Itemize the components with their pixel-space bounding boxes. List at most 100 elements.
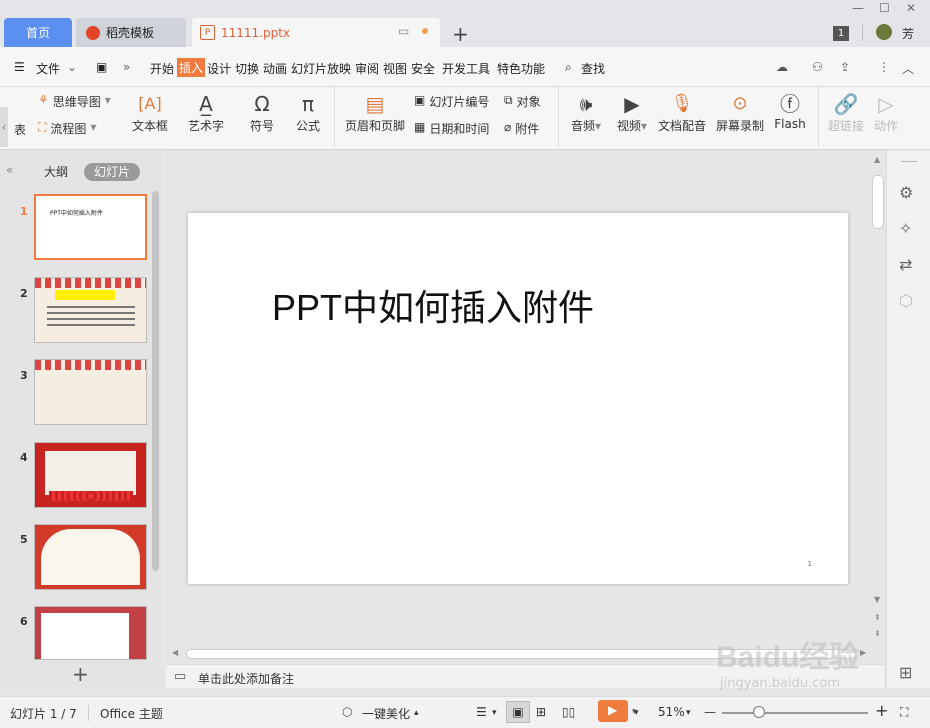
grid-icon[interactable]: ⊞ [899,663,912,682]
notes-placeholder[interactable]: 单击此处添加备注 [198,670,294,687]
menu-slideshow[interactable]: 幻灯片放映 [291,60,351,77]
scroll-down-icon[interactable]: ▼ [874,595,880,604]
header-footer-button[interactable]: ▤ 页眉和页脚 [344,91,406,134]
zoom-out-icon[interactable]: — [704,705,716,719]
close-icon[interactable]: ✕ [906,1,916,15]
tab-daoke-templates[interactable]: 稻壳模板 [76,18,186,47]
scroll-up-icon[interactable]: ▲ [874,155,880,164]
cloud-icon[interactable]: ☁ [776,60,788,74]
menu-design[interactable]: 设计 [207,60,231,77]
tab-home[interactable]: 首页 [4,18,72,47]
maximize-icon[interactable]: ☐ [879,1,890,15]
notification-badge[interactable]: 1 [833,26,849,41]
datetime-button[interactable]: ▦ 日期和时间 [414,120,489,137]
slide-thumb-3[interactable] [34,359,147,425]
play-slideshow-button[interactable]: ▶ [598,700,628,722]
avatar[interactable] [876,24,892,40]
slide-thumb-4[interactable] [34,442,147,508]
search-label[interactable]: 查找 [581,60,605,77]
tab-outline[interactable]: 大纲 [34,163,78,181]
prev-page-icon[interactable]: ⇞ [874,613,881,622]
chevron-down-icon[interactable]: ⌄ [67,60,77,74]
add-slide-button[interactable]: + [72,662,89,686]
slide-title[interactable]: PPT中如何插入附件 [272,279,594,331]
menu-developer[interactable]: 开发工具 [442,60,490,77]
textbox-button[interactable]: [A] 文本框 [126,91,174,134]
menu-insert[interactable]: 插入 [177,58,206,77]
divider [558,87,559,147]
notes-toggle-icon[interactable]: ☰ [476,705,487,719]
flowchart-button[interactable]: ⛶ 流程图 ▾ [38,120,96,137]
screen-record-button[interactable]: ⊙ 屏幕录制 [714,91,766,134]
fit-window-icon[interactable]: ⛶ [900,705,908,720]
next-page-icon[interactable]: ⇟ [874,629,881,638]
video-button[interactable]: ▶ 视频▾ [608,91,656,134]
magic-icon[interactable]: ✧ [899,219,912,238]
slide-canvas[interactable]: PPT中如何插入附件 1 [188,213,848,584]
attachment-button[interactable]: ⌀ 附件 [504,120,539,137]
slide-number-button[interactable]: ▣ 幻灯片编号 [414,93,489,110]
menu-view[interactable]: 视图 [383,60,407,77]
chevron-up-icon[interactable]: ▴ [414,708,419,718]
minimize-icon[interactable]: — [852,1,864,15]
zoom-level[interactable]: 51% [658,705,685,719]
collapse-ribbon-icon[interactable]: ︿ [902,60,914,77]
menu-home[interactable]: 开始 [150,60,174,77]
user-name[interactable]: 芳 [902,25,914,42]
chevron-down-icon[interactable]: ▾ [492,708,497,718]
save-icon[interactable]: ▣ [96,60,107,74]
tab-slides[interactable]: 幻灯片 [84,163,141,181]
play-options-chevron-icon[interactable]: ▾ [632,707,637,717]
search-icon[interactable]: ⌕ [565,60,572,75]
formula-button[interactable]: π 公式 [284,91,332,134]
doc-dub-button[interactable]: 🎙 文档配音 [656,91,708,134]
panel-scrollbar[interactable] [152,191,159,571]
zoom-slider-handle[interactable] [753,706,765,718]
zoom-in-icon[interactable]: + [875,701,888,720]
menu-transition[interactable]: 切换 [235,60,259,77]
normal-view-icon[interactable]: ▣ [506,701,530,723]
hamburger-icon[interactable]: ☰ [14,60,25,74]
slide-thumb-1[interactable]: PPT中如何插入附件 [34,194,147,260]
scroll-right-icon[interactable]: ▶ [860,648,866,657]
table-button-partial[interactable]: 表 [14,121,26,138]
monitor-icon[interactable]: ▭ [398,24,409,38]
transfer-icon[interactable]: ⇄ [899,255,912,274]
menu-animation[interactable]: 动画 [263,60,287,77]
slide-thumb-5[interactable] [34,524,147,590]
vertical-scroll-thumb[interactable] [872,175,884,229]
slide-number-icon: ▣ [414,93,426,107]
slide-panel: « 大纲 幻灯片 1 PPT中如何插入附件 2 3 4 5 6 + [0,151,163,688]
scroll-left-icon[interactable]: ◀ [172,648,178,657]
share-user-icon[interactable]: ⚇ [812,60,823,74]
menu-features[interactable]: 特色功能 [497,60,545,77]
zoom-slider-track[interactable] [722,712,868,714]
chevron-down-icon[interactable]: ▾ [686,708,691,718]
object-button[interactable]: ⧉ 对象 [504,93,541,110]
vertical-scrollbar[interactable]: ▲ ▼ ⇞ ⇟ [870,151,886,661]
ribbon-scroll-left-icon[interactable]: ‹ [0,107,8,147]
flash-button[interactable]: ⓕ Flash [766,91,814,131]
action-button[interactable]: ▷ 动作 [862,91,910,134]
beautify-button[interactable]: 一键美化 [362,705,410,722]
symbol-button[interactable]: Ω 符号 [238,91,286,134]
tab-document[interactable]: P 11111.pptx ▭ [192,18,440,47]
menu-security[interactable]: 安全 [411,60,435,77]
menu-file[interactable]: 文件 [36,60,60,77]
menu-review[interactable]: 审阅 [355,60,379,77]
cube-icon[interactable]: ⬡ [899,291,913,310]
export-icon[interactable]: ⇪ [840,60,850,74]
slide-thumb-6[interactable] [34,606,147,660]
wordart-button[interactable]: A̲ 艺术字 [182,91,230,134]
add-tab-button[interactable]: + [452,22,469,46]
audio-button[interactable]: 🕪 音频▾ [562,91,610,134]
settings-sliders-icon[interactable]: ⚙ [899,183,913,202]
collapse-panel-icon[interactable]: « [6,163,13,177]
mindmap-button[interactable]: ⚘ 思维导图 ▾ [38,93,111,110]
more-options-icon[interactable]: ⋮ [878,60,890,74]
slide-thumb-2[interactable] [34,277,147,343]
more-icon[interactable]: » [123,60,130,74]
theme-name[interactable]: Office 主题 [100,705,163,722]
reading-view-icon[interactable]: ▯▯ [562,705,575,719]
sorter-view-icon[interactable]: ⊞ [536,705,546,719]
